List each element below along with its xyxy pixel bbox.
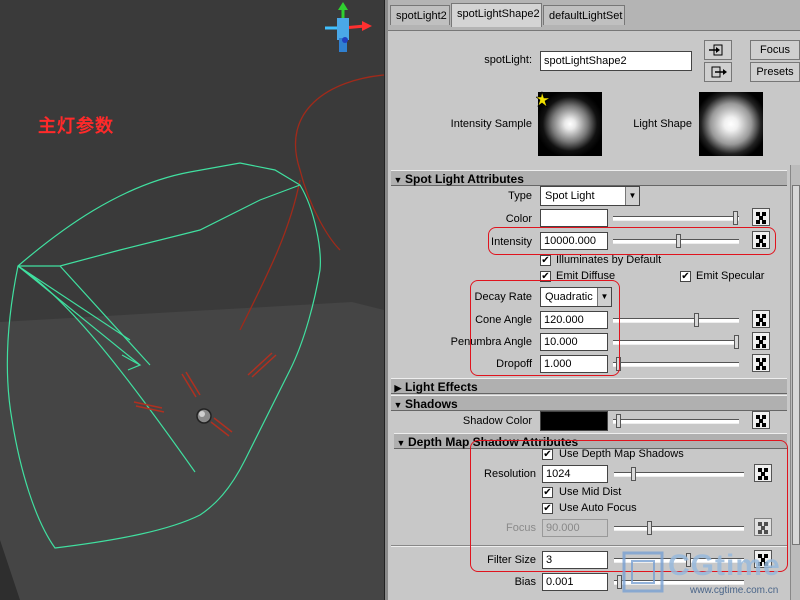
- attribute-scrollbar[interactable]: [790, 165, 800, 600]
- emit-specular-label: Emit Specular: [696, 270, 765, 282]
- viewport-caption: 主灯参数: [38, 116, 114, 137]
- resolution-slider[interactable]: [614, 467, 744, 481]
- type-label: Type: [508, 190, 532, 202]
- penumbra-angle-label: Penumbra Angle: [450, 336, 532, 348]
- use-auto-focus-label: Use Auto Focus: [559, 502, 637, 514]
- resolution-map-button[interactable]: [754, 464, 772, 482]
- node-name-label: spotLight:: [484, 54, 532, 66]
- section-light-effects[interactable]: ▶ Light Effects: [391, 378, 787, 394]
- bias-field[interactable]: 0.001: [542, 573, 608, 591]
- shadow-color-map-button[interactable]: [752, 411, 770, 429]
- tab-spotlight2[interactable]: spotLight2: [390, 5, 450, 25]
- focus-button[interactable]: Focus: [750, 40, 800, 60]
- select-node-button[interactable]: [704, 40, 732, 60]
- penumbra-angle-map-button[interactable]: [752, 332, 770, 350]
- collapse-down-icon: ▼: [393, 175, 403, 185]
- floor-plane: [0, 302, 384, 600]
- copy-tab-icon: [711, 66, 727, 78]
- light-star-icon: [536, 90, 552, 108]
- dropoff-slider[interactable]: [613, 357, 739, 371]
- dropoff-field[interactable]: 1.000: [540, 355, 608, 373]
- shadow-color-label: Shadow Color: [462, 415, 532, 427]
- use-mid-dist-checkbox[interactable]: ✔: [542, 487, 553, 498]
- illuminates-checkbox[interactable]: ✔: [540, 255, 551, 266]
- penumbra-angle-field[interactable]: 10.000: [540, 333, 608, 351]
- node-tabs: spotLight2 spotLightShape2 defaultLightS…: [388, 0, 800, 31]
- select-node-icon: [709, 44, 723, 56]
- penumbra-angle-slider[interactable]: [613, 335, 739, 349]
- section-depth-map-shadow-attributes[interactable]: ▼ Depth Map Shadow Attributes: [394, 433, 787, 449]
- light-shape-label: Light Shape: [633, 118, 692, 130]
- cone-angle-slider[interactable]: [613, 313, 739, 327]
- use-auto-focus-checkbox[interactable]: ✔: [542, 503, 553, 514]
- filter-size-field[interactable]: 3: [542, 551, 608, 569]
- decay-rate-label: Decay Rate: [474, 291, 532, 303]
- cone-angle-label: Cone Angle: [475, 314, 532, 326]
- dropoff-map-button[interactable]: [752, 354, 770, 372]
- tab-defaultlightset[interactable]: defaultLightSet: [543, 5, 625, 25]
- use-depth-map-checkbox[interactable]: ✔: [542, 449, 553, 460]
- color-slider[interactable]: [613, 211, 739, 225]
- focus-label: Focus: [506, 522, 536, 534]
- light-shape-swatch: [699, 92, 763, 156]
- collapse-right-icon: ▶: [394, 383, 402, 393]
- attribute-editor: spotLight2 spotLightShape2 defaultLightS…: [388, 0, 800, 600]
- intensity-sample-swatch: [536, 90, 602, 156]
- focus-map-button: [754, 518, 772, 536]
- cone-angle-map-button[interactable]: [752, 310, 770, 328]
- focus-field: 90.000: [542, 519, 608, 537]
- intensity-slider[interactable]: [613, 234, 739, 248]
- resolution-label: Resolution: [484, 468, 536, 480]
- cgtime-logo-icon: [622, 551, 664, 593]
- color-map-button[interactable]: [752, 208, 770, 226]
- intensity-sample-label: Intensity Sample: [450, 118, 532, 130]
- copy-tab-button[interactable]: [704, 62, 732, 82]
- watermark-logo: CGtime www.cgtime.com.cn: [620, 545, 800, 600]
- cone-angle-field[interactable]: 120.000: [540, 311, 608, 329]
- chevron-down-icon: ▼: [625, 187, 639, 205]
- section-shadows[interactable]: ▼ Shadows: [391, 395, 787, 411]
- tab-spotlightshape2[interactable]: spotLightShape2: [451, 3, 542, 27]
- color-swatch[interactable]: [540, 209, 608, 227]
- light-source-highlight: [199, 411, 205, 417]
- watermark-text: CGtime: [668, 549, 781, 582]
- focus-slider: [614, 521, 744, 535]
- filter-size-label: Filter Size: [487, 554, 536, 566]
- section-spot-light-attributes[interactable]: ▼ Spot Light Attributes: [391, 170, 787, 186]
- emit-diffuse-label: Emit Diffuse: [556, 270, 616, 282]
- node-name-field[interactable]: spotLightShape2: [540, 51, 692, 71]
- use-depth-map-label: Use Depth Map Shadows: [559, 448, 684, 460]
- illuminates-label: Illuminates by Default: [556, 254, 662, 266]
- emit-specular-checkbox[interactable]: ✔: [680, 271, 691, 282]
- watermark-url: www.cgtime.com.cn: [690, 585, 779, 596]
- chevron-down-icon: ▼: [597, 288, 611, 306]
- emit-diffuse-checkbox[interactable]: ✔: [540, 271, 551, 282]
- view-axis-gizmo-icon[interactable]: [325, 2, 372, 52]
- shadow-color-swatch[interactable]: [540, 411, 608, 431]
- viewport-3d[interactable]: 主灯参数: [0, 0, 384, 600]
- intensity-label: Intensity: [491, 236, 532, 248]
- scrollbar-thumb[interactable]: [792, 185, 800, 545]
- shadow-color-slider[interactable]: [613, 414, 739, 428]
- use-mid-dist-label: Use Mid Dist: [559, 486, 622, 498]
- collapse-down-icon: ▼: [393, 400, 403, 410]
- collapse-down-icon: ▼: [396, 438, 406, 448]
- bias-label: Bias: [514, 576, 536, 588]
- resolution-field[interactable]: 1024: [542, 465, 608, 483]
- intensity-map-button[interactable]: [752, 231, 770, 249]
- intensity-field[interactable]: 10000.000: [540, 232, 608, 250]
- type-dropdown[interactable]: Spot Light ▼: [540, 186, 640, 206]
- decay-rate-dropdown[interactable]: Quadratic ▼: [540, 287, 612, 307]
- dropoff-label: Dropoff: [496, 358, 532, 370]
- viewport-scene: [0, 2, 384, 600]
- spline-curve: [239, 74, 384, 331]
- color-label: Color: [505, 213, 532, 225]
- presets-button[interactable]: Presets: [750, 62, 800, 82]
